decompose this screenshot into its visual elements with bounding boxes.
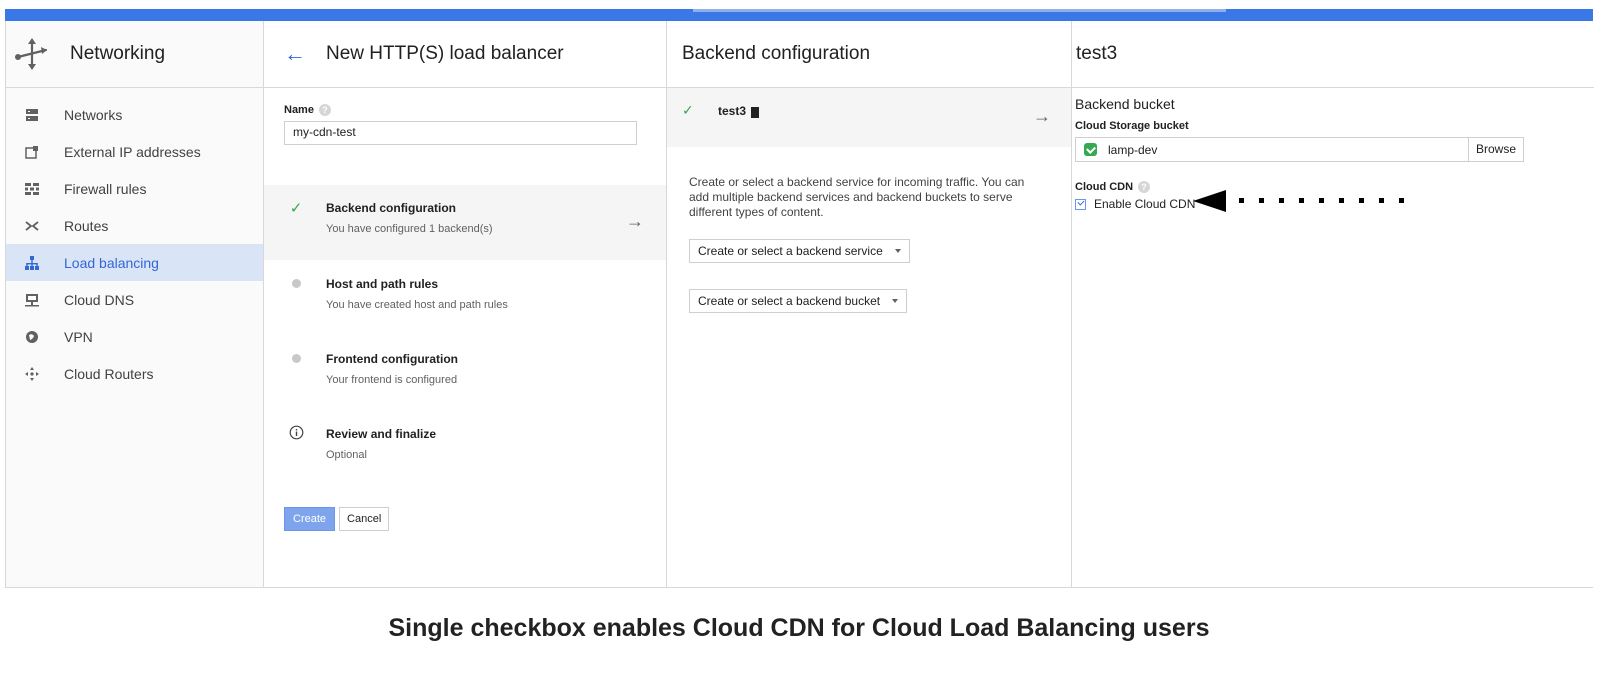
backend-service-name-group: test3 [718,104,760,118]
figure-caption: Single checkbox enables Cloud CDN for Cl… [388,614,1210,642]
cancel-button[interactable]: Cancel [339,507,390,531]
backend-bucket-title: Backend bucket [1075,96,1175,112]
dropdown-label: Create or select a backend service [698,244,883,258]
sidebar-item-firewall[interactable]: Firewall rules [6,170,263,207]
backend-bucket-dropdown[interactable]: Create or select a backend bucket [689,289,908,313]
enable-cloud-cdn-checkbox[interactable]: Enable Cloud CDN [1075,197,1195,211]
bucket-value: lamp-dev [1108,142,1158,157]
wizard-header: ← New HTTP(S) load balancer [264,21,666,88]
sidebar-item-label: Load balancing [64,254,159,271]
console-frame: Networking Networks External IP addresse… [5,21,1594,588]
caret-down-icon [894,249,901,253]
backend-service-name: test3 [718,104,747,118]
sidebar-item-cloud-routers[interactable]: Cloud Routers [6,355,263,392]
backend-panel-header: Backend configuration [667,21,1071,88]
step-title: Backend configuration [326,201,457,215]
name-field-group: Name ? my-cdn-test [264,88,666,145]
name-input[interactable]: my-cdn-test [284,121,637,145]
top-accent-bar [5,9,1593,21]
step-host-path-rules[interactable]: Host and path rules You have created hos… [264,261,666,336]
sidebar-item-label: Cloud Routers [64,365,154,382]
browse-button[interactable]: Browse [1467,138,1523,161]
backend-description: Create or select a backend service for i… [689,175,1025,219]
load-balancer-wizard: ← New HTTP(S) load balancer Name ? my-cd… [264,21,667,587]
arrow-right-icon[interactable]: → [1033,106,1051,127]
sidebar-item-cloud-dns[interactable]: Cloud DNS [6,281,263,318]
backend-service-dropdown[interactable]: Create or select a backend service [689,239,910,263]
sidebar-item-label: External IP addresses [64,143,201,160]
backend-bucket-panel: test3 Backend bucket Cloud Storage bucke… [1072,21,1594,587]
step-title: Review and finalize [326,427,437,441]
sidebar-header: Networking [6,21,263,88]
pending-dot-icon [288,350,304,367]
step-subtitle: You have configured 1 backend(s) [326,223,493,235]
arrow-right-icon[interactable]: → [626,211,644,232]
cloud-routers-icon [24,366,40,382]
help-icon[interactable]: ? [1138,181,1151,193]
step-backend-configuration[interactable]: ✓ Backend configuration You have configu… [264,185,666,260]
top-bar-highlight [693,9,1226,12]
routes-icon [24,218,40,234]
bucket-status-icon [1084,143,1097,156]
sidebar-item-label: Networks [64,106,123,123]
sidebar-item-label: Routes [64,217,109,234]
step-subtitle: You have created host and path rules [326,299,508,311]
cloud-dns-icon [24,292,40,308]
networks-icon [24,107,40,123]
networking-sidebar: Networking Networks External IP addresse… [6,21,264,587]
step-title: Frontend configuration [326,352,458,366]
cloud-cdn-label-text: Cloud CDN [1075,181,1134,193]
cloud-cdn-label: Cloud CDN ? [1075,181,1151,193]
detail-panel-header: test3 [1072,21,1594,88]
detail-panel-title: test3 [1076,43,1118,64]
wizard-title: New HTTP(S) load balancer [326,43,564,64]
backend-configuration-panel: Backend configuration ✓ test3 → Create o… [667,21,1072,587]
sidebar-item-label: VPN [64,328,93,345]
sidebar-nav-list: Networks External IP addresses Firewall … [6,88,263,392]
back-arrow-icon[interactable]: ← [284,41,306,67]
firewall-icon [24,181,40,197]
pointer-arrow-icon [1193,190,1404,212]
sidebar-item-routes[interactable]: Routes [6,207,263,244]
step-subtitle: Your frontend is configured [326,374,458,386]
sidebar-item-load-balancing[interactable]: Load balancing [6,244,263,281]
backend-service-row[interactable]: ✓ test3 → [667,88,1071,147]
help-icon[interactable]: ? [318,104,331,116]
step-frontend-configuration[interactable]: Frontend configuration Your frontend is … [264,336,666,411]
backend-panel-title: Backend configuration [682,43,871,64]
check-icon: ✓ [682,102,694,118]
sidebar-item-label: Firewall rules [64,180,147,197]
cloud-storage-bucket-field[interactable]: lamp-dev Browse [1075,137,1524,162]
caret-down-icon [892,299,899,303]
dropdown-label: Create or select a backend bucket [698,294,881,308]
vpn-icon [24,329,40,345]
checkbox-label: Enable Cloud CDN [1094,197,1196,211]
step-title: Host and path rules [326,277,439,291]
create-button[interactable]: Create [284,507,336,531]
cloud-storage-label: Cloud Storage bucket [1075,120,1189,132]
networking-logo-icon [15,38,48,70]
step-review-finalize[interactable]: Review and finalize Optional [264,411,666,486]
name-label-text: Name [284,104,314,116]
pending-dot-icon [288,275,304,292]
sidebar-item-label: Cloud DNS [64,291,135,308]
load-balancing-icon [24,255,40,271]
check-icon: ✓ [289,200,303,217]
sidebar-item-networks[interactable]: Networks [6,96,263,133]
checkbox-checked-icon[interactable] [1075,198,1086,210]
step-subtitle: Optional [326,449,367,461]
wizard-actions: Create Cancel [284,507,390,531]
info-icon [288,425,304,444]
name-label: Name ? [284,104,646,116]
sidebar-item-vpn[interactable]: VPN [6,318,263,355]
sidebar-title: Networking [70,43,166,64]
sidebar-item-external-ip[interactable]: External IP addresses [6,133,263,170]
external-ip-icon [24,144,40,160]
trash-icon[interactable] [751,106,760,118]
